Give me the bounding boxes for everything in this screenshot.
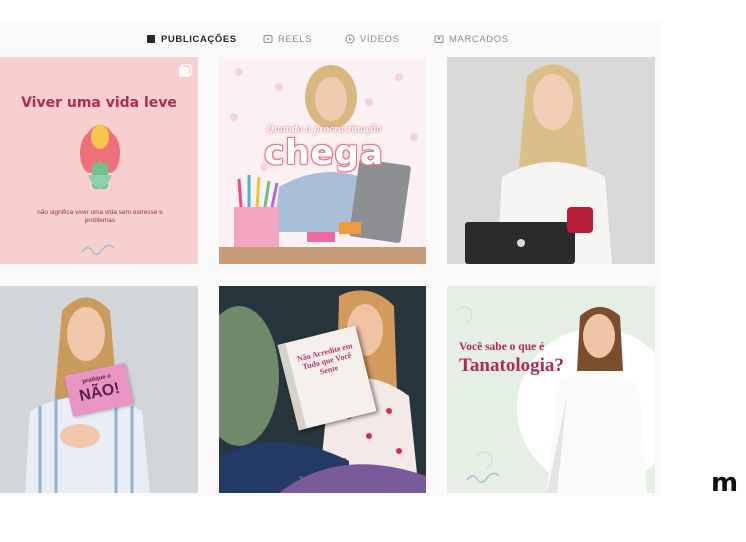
tab-label: PUBLICAÇÕES [161, 33, 237, 45]
post-title-big: chega [264, 133, 384, 173]
grid-icon [147, 35, 155, 43]
tab-publicacoes[interactable]: PUBLICAÇÕES [146, 32, 237, 46]
tag-icon [434, 35, 444, 43]
book-title: Não Acredite em Tudo que Você Sente [296, 341, 354, 377]
question-text: Você sabe o que é [459, 341, 545, 353]
post-tile-6[interactable]: Você sabe o que é Tanatologia? [447, 286, 655, 493]
tab-label: VÍDEOS [360, 33, 400, 45]
tab-videos[interactable]: VÍDEOS [345, 32, 400, 46]
flower-illustration [80, 125, 120, 189]
multi-post-icon [179, 64, 192, 77]
post-tile-5[interactable]: Não Acredite em Tudo que Você Sente ~ [219, 286, 426, 493]
post-tile-2[interactable]: Quando a procrastinação chega [219, 57, 426, 264]
photo-signature: ~ [299, 474, 303, 482]
post-title: Viver uma vida leve [21, 95, 177, 111]
woman-thinking-photo [456, 306, 655, 493]
post-tile-4[interactable]: pratique o NÃO! [0, 286, 198, 493]
tab-label: MARCADOS [449, 33, 509, 45]
play-icon [345, 34, 355, 44]
woman-laptop-photo [465, 64, 612, 264]
brand-signature-logo [466, 472, 500, 483]
reels-icon [263, 35, 273, 43]
question-big-text: Tanatologia? [459, 355, 564, 376]
brand-signature-logo [81, 244, 115, 255]
tab-marcados[interactable]: MARCADOS [434, 32, 509, 46]
post-question: Você sabe o que é Tanatologia? [459, 341, 589, 377]
post-tile-1[interactable]: Viver uma vida leve não significa viver … [0, 57, 198, 264]
tab-reels[interactable]: REELS [263, 32, 312, 46]
post-subtitle: não significa viver uma vida sem estress… [37, 209, 163, 224]
post-tile-3[interactable] [447, 57, 655, 264]
corner-logo: m [711, 468, 738, 498]
tab-label: REELS [278, 33, 313, 45]
profile-tabs: PUBLICAÇÕES REELS VÍDEOS MARCADOS [0, 22, 661, 56]
